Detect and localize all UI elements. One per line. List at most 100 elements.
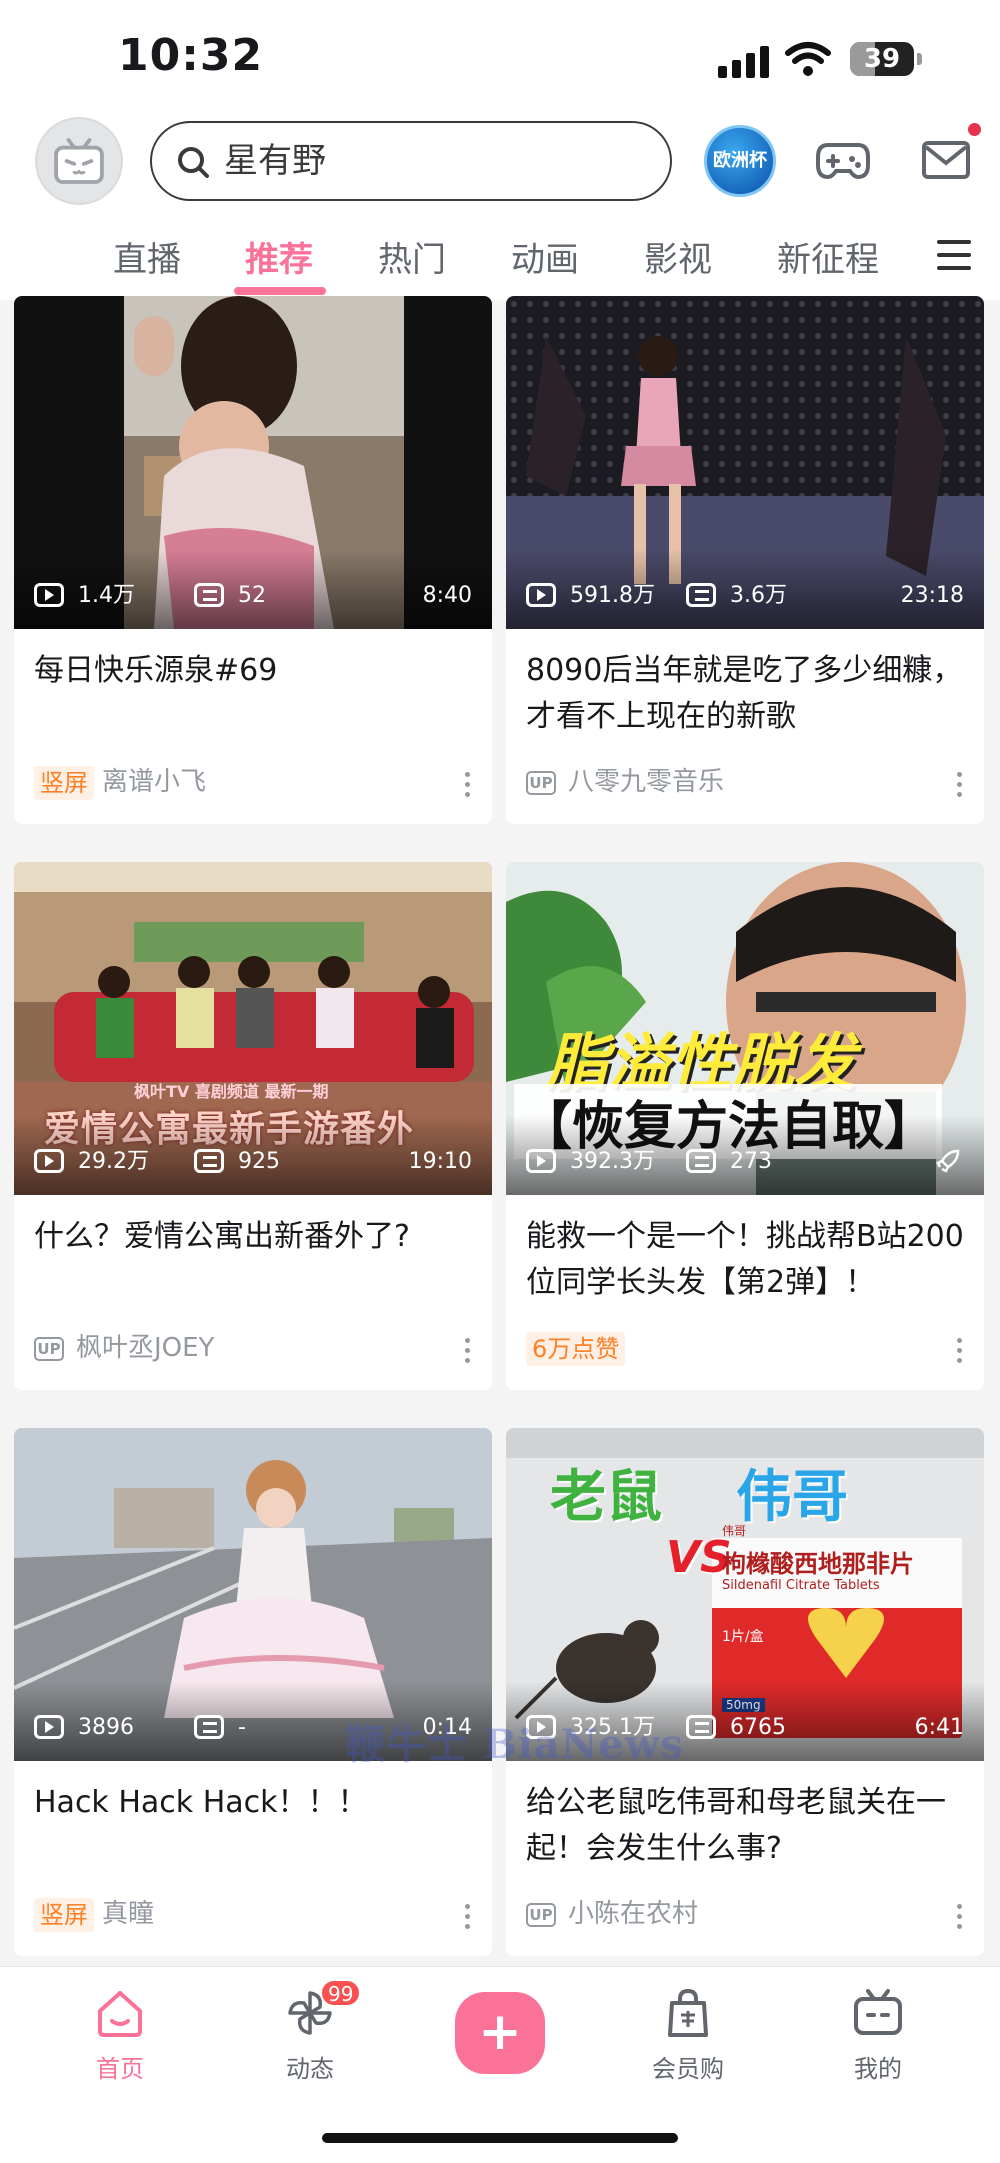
thumbnail-box-subtitle: Sildenafil Citrate Tablets [722,1578,880,1593]
danmaku-count: 273 [730,1149,772,1174]
video-duration: 23:18 [900,583,964,608]
more-icon[interactable] [954,770,964,800]
danmaku-icon [194,1715,224,1739]
thumbnail-box-title: 枸橼酸西地那非片 [722,1550,914,1578]
search-input[interactable]: 星有野 [150,121,672,201]
search-icon [178,147,209,178]
video-title[interactable]: 能救一个是一个！挑战帮B站200位同学长头发【第2弹】！ [526,1214,966,1306]
tab-new-journey[interactable]: 新征程 [777,235,879,285]
video-title[interactable]: 8090后当年就是吃了多少细糠，才看不上现在的新歌 [526,648,966,740]
nav-mall-label: 会员购 [652,2055,724,2083]
video-meta: UP 枫叶丞JOEY [34,1330,214,1366]
thumbnail-box-count: 1片/盒 [722,1629,764,1645]
play-icon [34,1715,64,1739]
view-count: 1.4万 [78,583,135,608]
video-meta: 6万点赞 [526,1330,633,1366]
avatar[interactable] [35,117,123,205]
nav-home[interactable]: 首页 [60,1985,180,2084]
danmaku-count: 6765 [730,1715,786,1740]
more-icon[interactable] [462,1902,472,1932]
nav-dynamic[interactable]: 99 动态 [250,1979,370,2084]
video-thumbnail[interactable]: 591.8万 3.6万 23:18 [506,296,984,629]
video-meta: 竖屏 真瞳 [34,1896,154,1932]
video-title[interactable]: Hack Hack Hack！！！ [34,1780,474,1826]
thumbnail-caption-top: 枫叶TV 喜剧频道 最新一期 [134,1082,329,1101]
play-icon [526,1149,556,1173]
cellular-signal-icon [718,46,772,78]
video-card[interactable]: 3896 - 0:14 Hack Hack Hack！！！ 竖屏 真瞳 [14,1428,492,1956]
nav-mine-label: 我的 [854,2055,902,2083]
nav-dynamic-label: 动态 [286,2055,334,2083]
danmaku-count: 52 [238,583,266,608]
video-meta: UP 八零九零音乐 [526,764,724,800]
battery-icon: 39 [850,42,922,76]
thumbnail-box-brand: 伟哥 [722,1524,747,1538]
video-thumbnail[interactable]: 1.4万 52 8:40 [14,296,492,629]
danmaku-icon [686,1149,716,1173]
publish-button[interactable]: + [455,1992,545,2074]
tab-anime[interactable]: 动画 [511,235,579,285]
up-badge: UP [526,1902,556,1927]
video-duration: 8:40 [422,583,472,608]
danmaku-icon [194,583,224,607]
view-count: 392.3万 [570,1149,655,1174]
danmaku-count: 3.6万 [730,583,787,608]
nav-home-label: 首页 [96,2055,144,2083]
video-thumbnail[interactable]: 脂溢性脱发 【恢复方法自取】 392.3万 273 [506,862,984,1195]
notification-badge: 99 [320,1979,362,2007]
danmaku-count: 925 [238,1149,280,1174]
danmaku-icon [686,583,716,607]
wifi-icon [785,42,831,76]
notification-dot [968,123,981,136]
more-icon[interactable] [462,1336,472,1366]
menu-icon[interactable] [937,240,971,270]
tab-live[interactable]: 直播 [113,235,181,285]
tab-recommend[interactable]: 推荐 [245,235,313,285]
video-card[interactable]: 枫叶TV 喜剧频道 最新一期 爱情公寓最新手游番外 29.2万 925 19:1… [14,862,492,1390]
thumbnail-caption-2: 伟哥 [736,1465,848,1530]
more-icon[interactable] [954,1336,964,1366]
video-card[interactable]: 1.4万 52 8:40 每日快乐源泉#69 竖屏 离谱小飞 [14,296,492,824]
tab-hot[interactable]: 热门 [378,235,446,285]
game-controller-icon[interactable] [816,135,870,185]
danmaku-icon [686,1715,716,1739]
more-icon[interactable] [462,770,472,800]
shopping-bag-icon [668,1988,708,2037]
video-thumbnail[interactable]: 枫叶TV 喜剧频道 最新一期 爱情公寓最新手游番外 29.2万 925 19:1… [14,862,492,1195]
author-name[interactable]: 离谱小飞 [102,767,206,797]
home-icon [98,1991,142,2037]
view-count: 29.2万 [78,1149,149,1174]
author-name[interactable]: 小陈在农村 [568,1899,698,1929]
likes-badge: 6万点赞 [526,1331,626,1366]
author-name[interactable]: 八零九零音乐 [568,767,724,797]
danmaku-icon [194,1149,224,1173]
video-title[interactable]: 每日快乐源泉#69 [34,648,474,694]
avatar-tv-icon [54,138,104,184]
video-meta: 竖屏 离谱小飞 [34,764,206,800]
video-title[interactable]: 什么？爱情公寓出新番外了? [34,1214,474,1260]
euro-cup-badge[interactable]: 欧洲杯 [704,125,776,197]
video-card[interactable]: 591.8万 3.6万 23:18 8090后当年就是吃了多少细糠，才看不上现在… [506,296,984,824]
video-duration: 6:41 [914,1715,964,1740]
up-badge: UP [526,770,556,795]
active-tab-indicator [234,287,326,295]
up-badge: UP [34,1336,64,1361]
tv-icon [854,1989,902,2035]
author-name[interactable]: 枫叶丞JOEY [76,1333,214,1363]
status-time: 10:32 [118,30,264,81]
video-card[interactable]: 老鼠 伟哥 VS 枸橼酸西地那非片 Sildenafil Citrate Tab… [506,1428,984,1956]
rocket-icon [936,1149,960,1173]
nav-mall[interactable]: 会员购 [628,1985,748,2084]
more-icon[interactable] [954,1902,964,1932]
battery-level-text: 39 [863,44,901,74]
watermark: 鞭牛士 BiaNews [345,1721,684,1768]
video-title[interactable]: 给公老鼠吃伟哥和母老鼠关在一起！会发生什么事? [526,1780,966,1872]
status-bar: 10:32 39 [0,0,1000,115]
video-card[interactable]: 脂溢性脱发 【恢复方法自取】 392.3万 273 能救一个是一个！挑战帮B站2… [506,862,984,1390]
author-name[interactable]: 真瞳 [102,1899,154,1929]
nav-mine[interactable]: 我的 [818,1985,938,2084]
mail-icon[interactable] [922,139,970,181]
view-count: 591.8万 [570,583,655,608]
thumbnail-caption: 老鼠 [550,1465,662,1530]
tab-film[interactable]: 影视 [644,235,712,285]
